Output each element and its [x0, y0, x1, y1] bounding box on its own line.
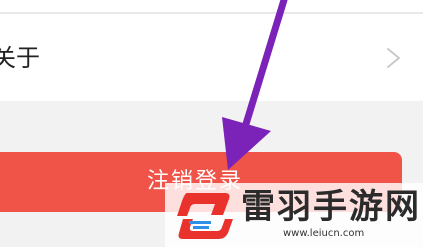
- chevron-right-icon: [387, 48, 400, 68]
- watermark-name: 雷羽手游网: [241, 187, 421, 227]
- watermark-url: www.leiucn.com: [283, 228, 365, 239]
- previous-row-edge: [0, 0, 423, 12]
- watermark: 雷羽手游网 www.leiucn.com: [165, 183, 423, 247]
- leiyu-logo: [177, 193, 233, 239]
- settings-row-about[interactable]: 关于: [0, 14, 423, 101]
- about-label: 关于: [0, 44, 40, 72]
